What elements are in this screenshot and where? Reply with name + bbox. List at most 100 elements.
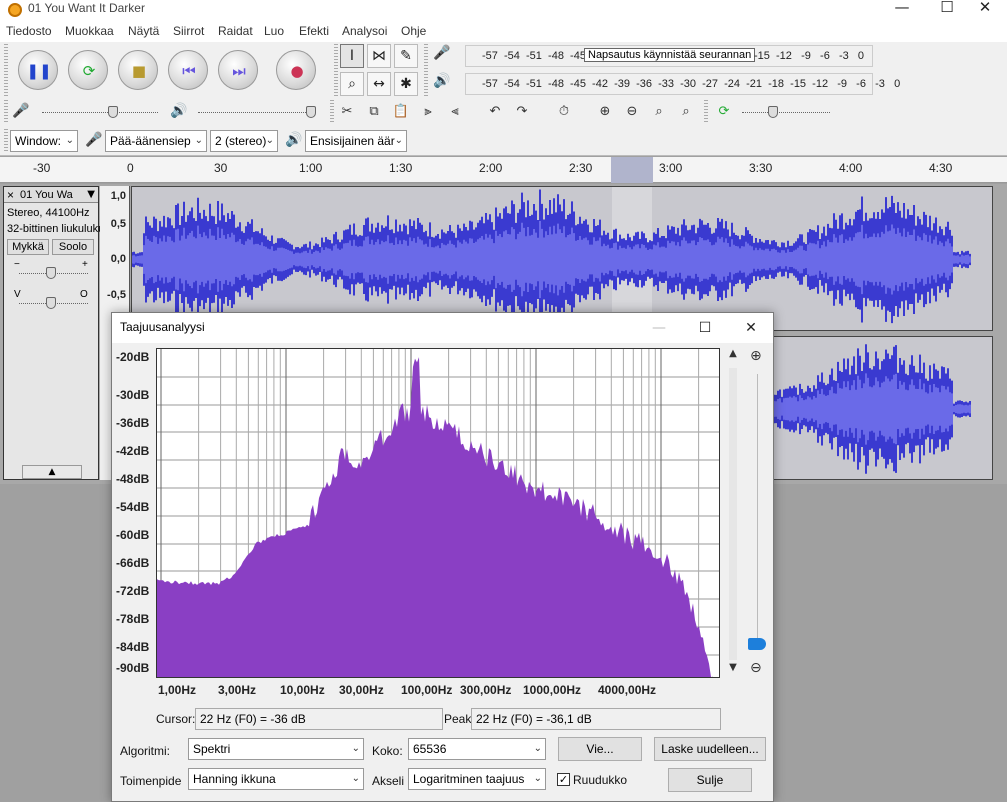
grid-checkbox[interactable]: ✓ (557, 773, 570, 786)
frequency-analysis-dialog: Taajuusanalyysi — ☐ ✕ -20dB -30dB -36dB … (111, 312, 774, 802)
record-button[interactable]: ● (276, 50, 316, 90)
zoom-slider-thumb[interactable] (748, 638, 766, 650)
pan-slider[interactable] (16, 295, 88, 311)
solo-button[interactable]: Soolo (52, 239, 94, 255)
menu-help[interactable]: Ohje (401, 24, 426, 38)
scroll-down-arrow-icon[interactable]: ▼ (726, 662, 740, 678)
export-button[interactable]: Vie... (558, 737, 642, 761)
cut-button[interactable]: ✂ (335, 101, 359, 123)
slider-thumb[interactable] (108, 106, 118, 118)
spectrum-plot[interactable] (156, 348, 720, 678)
db-label: -48dB (116, 472, 150, 486)
zoom-out-button[interactable]: ⊖ (620, 101, 644, 123)
toolbar-grip[interactable] (704, 100, 708, 124)
axis-select[interactable]: Logaritminen taajuus ⌄ (408, 768, 546, 790)
track-control-panel[interactable]: × 01 You Wa ▼ Stereo, 44100Hz 32-bittine… (3, 186, 104, 480)
playback-meter[interactable]: -57 -54 -51 -48 -45 -42 -39 -36 -33 -30 … (465, 73, 900, 95)
menu-view[interactable]: Näytä (128, 24, 159, 38)
zoom-out-icon[interactable]: ⊖ (750, 660, 768, 678)
close-dialog-button[interactable]: Sulje (668, 768, 752, 792)
skip-start-button[interactable]: ⏮ (168, 50, 208, 90)
selection-tool[interactable]: I (340, 44, 364, 68)
draw-tool[interactable]: ✎ (394, 44, 418, 68)
close-button[interactable]: ✕ (963, 0, 1007, 22)
waveform-channel-left[interactable] (131, 186, 993, 331)
timeline-ruler[interactable]: -30 0 30 1:00 1:30 2:00 2:30 3:00 3:30 4… (0, 157, 1007, 183)
sync-lock-button[interactable]: ⏱ (552, 101, 576, 123)
function-select[interactable]: Hanning ikkuna ⌄ (188, 768, 364, 790)
slider-thumb[interactable] (306, 106, 316, 118)
menu-generate[interactable]: Luo (264, 24, 284, 38)
time-shift-tool[interactable]: ↔ (367, 72, 391, 96)
hz-label: 1,00Hz (158, 683, 197, 697)
play-speed-slider[interactable] (742, 104, 830, 120)
input-volume-slider[interactable] (42, 104, 158, 120)
menu-file[interactable]: Tiedosto (6, 24, 52, 38)
multi-tool[interactable]: ✱ (394, 72, 418, 96)
input-device-select[interactable]: Pää-äänensiep ⌄ (105, 130, 207, 152)
minimize-button[interactable]: — (880, 0, 924, 22)
chevron-down-icon: ⌄ (351, 773, 360, 784)
toolbar-grip[interactable] (4, 129, 8, 153)
menu-analyze[interactable]: Analysoi (342, 24, 387, 38)
recalculate-button[interactable]: Laske uudelleen... (654, 737, 766, 761)
copy-button[interactable]: ⧉ (362, 101, 386, 123)
toolbar-grip[interactable] (424, 44, 428, 96)
axis-value: Logaritminen taajuus (413, 772, 525, 786)
zoom-slider-track[interactable] (757, 374, 758, 644)
menu-edit[interactable]: Muokkaa (65, 24, 114, 38)
stop-button[interactable]: ■ (118, 50, 158, 90)
audio-host-select[interactable]: Window: ⌄ (10, 130, 78, 152)
slider-thumb[interactable] (46, 267, 56, 279)
algorithm-select[interactable]: Spektri ⌄ (188, 738, 364, 760)
zoom-tool[interactable]: ⌕ (340, 72, 364, 96)
dialog-title-bar[interactable]: Taajuusanalyysi — ☐ ✕ (112, 313, 773, 343)
fit-selection-button[interactable]: ⌕ (647, 101, 671, 123)
play-at-speed-icon: ⟳ (718, 104, 730, 119)
menu-tracks[interactable]: Raidat (218, 24, 253, 38)
channels-select[interactable]: 2 (stereo) ⌄ (210, 130, 278, 152)
play-button[interactable]: ⟳ (68, 50, 108, 90)
pause-button[interactable]: ❚❚ (18, 50, 58, 90)
scroll-up-arrow-icon[interactable]: ▲ (726, 348, 740, 364)
play-at-speed-button[interactable]: ⟳ (712, 101, 736, 123)
ruler-tick: -30 (33, 161, 51, 175)
menu-transport[interactable]: Siirrot (173, 24, 204, 38)
toolbar-grip[interactable] (4, 44, 8, 96)
scrollbar-track[interactable] (729, 368, 737, 660)
dialog-minimize-button[interactable]: — (639, 316, 679, 340)
paste-button[interactable]: 📋 (389, 101, 413, 123)
fit-project-button[interactable]: ⌕ (674, 101, 698, 123)
envelope-tool[interactable]: ⋈ (367, 44, 391, 68)
ruler-tick: 4:30 (929, 161, 953, 175)
toolbar-grip[interactable] (334, 44, 338, 96)
dialog-maximize-button[interactable]: ☐ (685, 316, 725, 340)
trim-button[interactable]: ⫸ (416, 101, 440, 123)
redo-button[interactable]: ↷ (510, 101, 534, 123)
track-menu-arrow-icon[interactable]: ▼ (87, 187, 95, 203)
toolbar-grip[interactable] (330, 100, 334, 124)
slider-thumb[interactable] (768, 106, 778, 118)
zoom-in-icon[interactable]: ⊕ (750, 348, 768, 366)
menu-bar: Tiedosto Muokkaa Näytä Siirrot Raidat Lu… (0, 22, 1007, 42)
record-meter[interactable]: -57 -54 -51 -48 -45 Napsautus käynnistää… (465, 45, 873, 67)
silence-button[interactable]: ⫷ (443, 101, 467, 123)
zoom-in-button[interactable]: ⊕ (593, 101, 617, 123)
mute-button[interactable]: Mykkä (7, 239, 49, 255)
plot-vertical-scrollbar[interactable]: ▲ ▼ (726, 348, 740, 678)
track-name-bar[interactable]: × 01 You Wa ▼ (4, 187, 98, 203)
output-device-select[interactable]: Ensisijainen äär ⌄ (305, 130, 407, 152)
skip-end-button[interactable]: ⏭ (218, 50, 258, 90)
collapse-track-button[interactable]: ▲ (22, 465, 82, 479)
dialog-close-button[interactable]: ✕ (731, 316, 771, 340)
toolbar-grip[interactable] (4, 100, 8, 124)
size-select[interactable]: 65536 ⌄ (408, 738, 546, 760)
undo-button[interactable]: ↶ (483, 101, 507, 123)
window-title: 01 You Want It Darker (28, 1, 145, 15)
slider-thumb[interactable] (46, 297, 56, 309)
ruler-tick: 30 (214, 161, 228, 175)
menu-effect[interactable]: Efekti (299, 24, 329, 38)
track-close-icon[interactable]: × (7, 187, 14, 203)
output-volume-slider[interactable] (198, 104, 316, 120)
gain-slider[interactable] (16, 265, 88, 281)
